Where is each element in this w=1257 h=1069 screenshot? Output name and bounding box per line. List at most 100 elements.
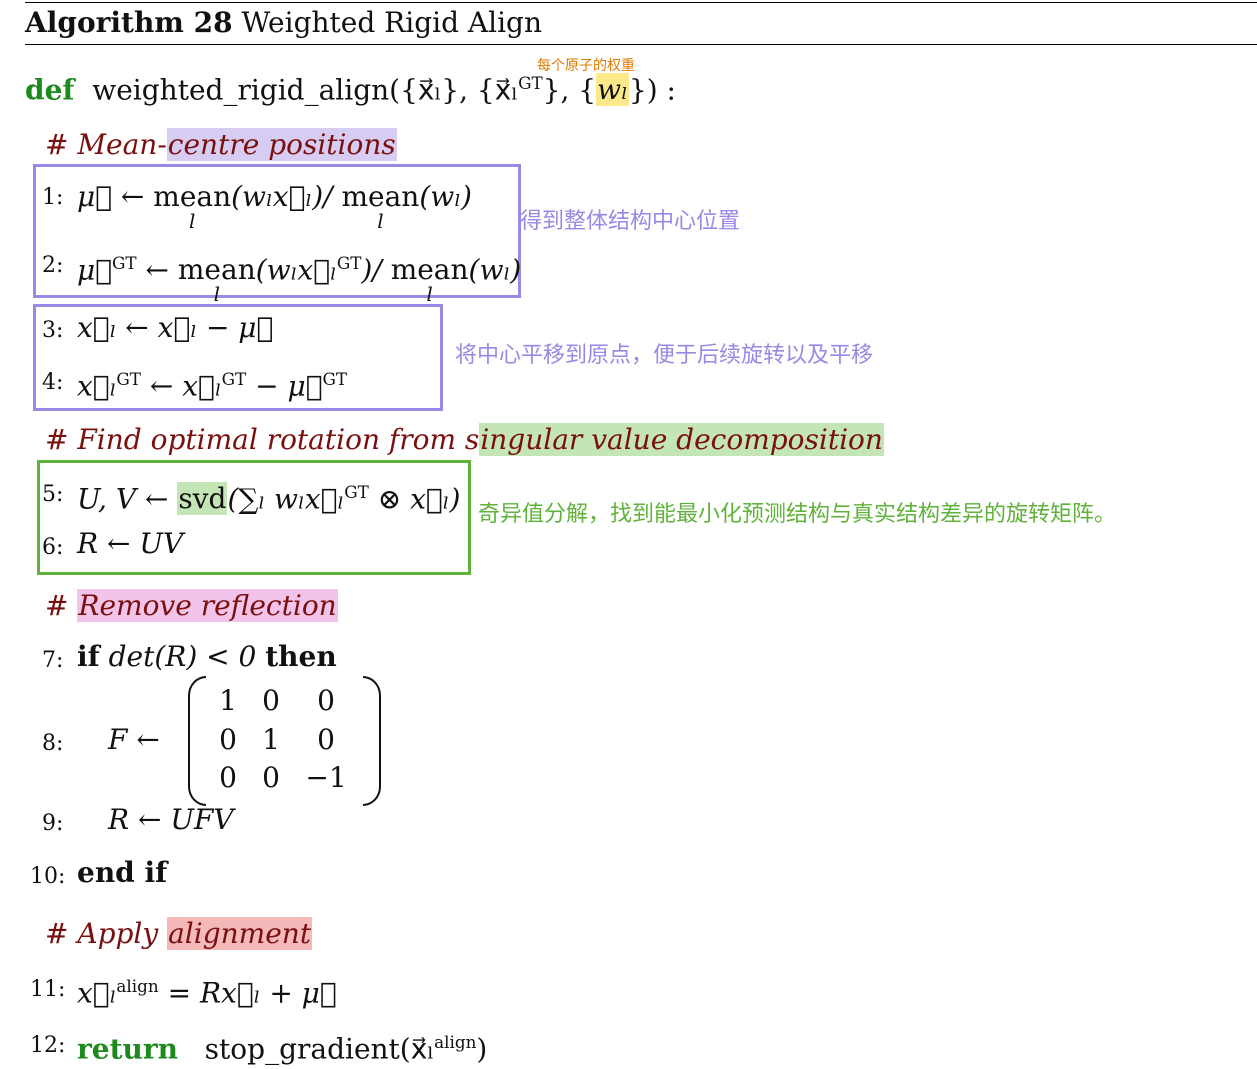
line-3: x⃗ₗ ← x⃗ₗ − μ⃗ <box>77 311 274 344</box>
matrix-cell: 0 <box>317 684 335 717</box>
line-4-end: − μ⃗ <box>246 369 323 403</box>
reflection-matrix: 1 0 0 0 1 0 0 0 −1 <box>188 676 383 808</box>
annotation-center: 得到整体结构中心位置 <box>520 209 741 234</box>
line-number: 3: <box>42 318 64 343</box>
def-args-rest: }, { <box>542 73 597 107</box>
line-2-arrow: ← <box>136 253 178 287</box>
comment-svd: # Find optimal rotation from singular va… <box>45 423 884 456</box>
line-number: 6: <box>42 535 64 560</box>
matrix-cell: 1 <box>219 684 237 717</box>
if-keyword: if <box>77 640 100 673</box>
def-close: }) : <box>628 73 676 107</box>
line-number: 2: <box>42 253 64 278</box>
line-10: end if <box>77 856 168 889</box>
algorithm-name: Weighted Rigid Align <box>241 6 542 39</box>
mean-op: mean l <box>178 253 256 306</box>
line-number: 11: <box>30 977 66 1002</box>
line-1-mid: (wₗx⃗ₗ)/ <box>231 180 342 213</box>
line-2-sup: GT <box>112 253 137 273</box>
matrix-cell: 0 <box>219 723 237 756</box>
annotation-svd: 奇异值分解，找到能最小化预测结构与真实结构差异的旋转矩阵。 <box>478 502 1117 527</box>
line-number: 9: <box>42 811 64 836</box>
algorithm-title: Algorithm 28 Weighted Rigid Align <box>25 6 542 39</box>
mean-subscript: l <box>377 209 384 233</box>
line-9: R ← UFV <box>108 803 234 836</box>
line-7-condition: det(R) < 0 <box>99 640 266 673</box>
comment-mean-centre: # Mean-centre positions <box>45 128 397 161</box>
line-number: 8: <box>42 731 64 756</box>
matrix-cell: 0 <box>219 761 237 794</box>
matrix-cell: 0 <box>262 684 280 717</box>
annotation-translate: 将中心平移到原点，便于后续旋转以及平移 <box>455 343 874 368</box>
line-4-mid: ← x⃗ₗ <box>141 369 222 403</box>
comment-text: # Apply <box>45 917 168 950</box>
line-11: x⃗ₗalign = Rx⃗ₗ + μ⃗ <box>77 969 337 1010</box>
matrix-cell: −1 <box>305 761 347 794</box>
line-5: U, V ← svd(∑ₗ wₗx⃗ₗGT ⊗ x⃗ₗ) <box>77 475 460 516</box>
line-2-end: (wₗ) <box>468 253 522 287</box>
comment-highlight: alignment <box>167 917 313 950</box>
line-1-end: (wₗ) <box>419 180 472 213</box>
comment-text: # <box>45 589 78 622</box>
line-number: 7: <box>42 648 64 673</box>
top-rule <box>25 2 1257 3</box>
line-2-sup2: GT <box>336 253 362 273</box>
line-11-rhs: = Rx⃗ₗ + μ⃗ <box>158 976 337 1010</box>
title-rule <box>25 44 1257 45</box>
matrix-right-paren <box>363 676 381 806</box>
line-number: 10: <box>30 864 66 889</box>
comment-highlight: centre positions <box>166 128 397 161</box>
line-6: R ← UV <box>77 527 184 560</box>
line-7: if det(R) < 0 then <box>77 640 337 674</box>
line-12-sup: align <box>434 1032 477 1052</box>
def-keyword: def <box>25 73 75 107</box>
matrix-left-paren <box>188 676 206 806</box>
line-2: μ⃗GT ← mean l (wₗx⃗ₗGT)/ mean l (wₗ) <box>77 246 522 306</box>
mean-op: mean l <box>391 253 469 306</box>
return-keyword: return <box>77 1032 178 1066</box>
line-5-mid: (∑ₗ wₗx⃗ₗ <box>227 482 345 516</box>
line-4-sup: GT <box>116 369 141 389</box>
matrix-cell: 0 <box>317 723 335 756</box>
line-12-close: ) <box>476 1032 488 1066</box>
comment-highlight: ingular value decomposition <box>479 423 884 456</box>
then-keyword: then <box>265 640 337 673</box>
mean-subscript: l <box>188 209 196 233</box>
line-4-sup3: GT <box>322 369 348 389</box>
line-5-sup: GT <box>344 482 369 502</box>
comment-highlight: Remove reflection <box>77 589 338 622</box>
algorithm-label: Algorithm 28 <box>25 6 233 39</box>
def-args-gt: GT <box>518 73 543 93</box>
line-number: 5: <box>42 482 64 507</box>
line-5-lhs: U, V ← <box>77 482 178 516</box>
matrix-cell: 1 <box>262 723 280 756</box>
line-8: F ← <box>108 723 160 756</box>
comment-reflection: # Remove reflection <box>45 589 338 622</box>
line-4-lhs: x⃗ₗ <box>77 369 117 403</box>
line-4: x⃗ₗGT ← x⃗ₗGT − μ⃗GT <box>77 362 347 403</box>
comment-text: # Mean- <box>45 128 167 161</box>
line-2-div: )/ <box>361 253 391 287</box>
mean-op: mean l <box>341 180 419 233</box>
line-5-end: ⊗ x⃗ₗ) <box>368 482 461 516</box>
mean-op: mean l <box>153 180 231 233</box>
line-11-sup: align <box>116 976 159 996</box>
weight-symbol: wₗ <box>596 73 629 107</box>
line-1-lhs: μ⃗ ← <box>77 180 154 213</box>
svd-function: svd <box>177 482 228 516</box>
weight-note: 每个原子的权重 <box>537 58 635 74</box>
comment-apply: # Apply alignment <box>45 917 313 950</box>
function-name: weighted_rigid_align <box>92 73 390 107</box>
line-2-lhs: μ⃗ <box>77 253 112 287</box>
matrix-cell: 0 <box>262 761 280 794</box>
line-1: μ⃗ ← mean l (wₗx⃗ₗ)/ mean l (wₗ) <box>77 180 472 233</box>
def-args: ({x⃗ₗ}, {x⃗ₗ <box>389 73 519 107</box>
line-12: return stop_gradient(x⃗ₗalign) <box>77 1025 487 1066</box>
line-2-mid: (wₗx⃗ₗ <box>255 253 337 287</box>
line-11-lhs: x⃗ₗ <box>77 976 117 1010</box>
comment-text: # Find optimal rotation from s <box>45 423 480 456</box>
line-4-sup2: GT <box>221 369 247 389</box>
line-number: 4: <box>42 370 64 395</box>
line-number: 12: <box>30 1033 66 1058</box>
line-12-call: stop_gradient(x⃗ₗ <box>204 1032 435 1066</box>
